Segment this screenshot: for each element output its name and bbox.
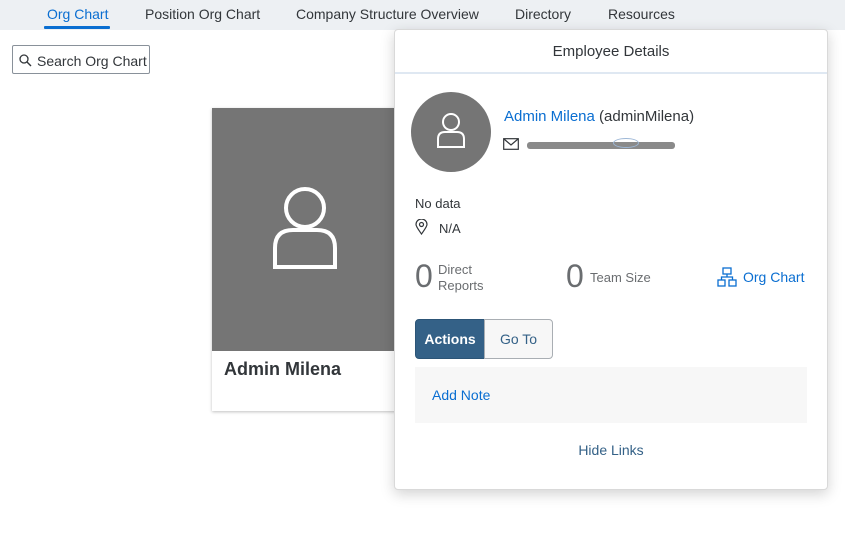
avatar bbox=[411, 92, 491, 172]
go-to-button[interactable]: Go To bbox=[484, 319, 553, 359]
employee-details-popover: Employee Details Admin Milena (adminMile… bbox=[394, 29, 828, 490]
tab-directory[interactable]: Directory bbox=[515, 6, 571, 22]
popover-title: Employee Details bbox=[552, 43, 670, 60]
direct-reports-count: 0 bbox=[415, 258, 433, 294]
tab-resources[interactable]: Resources bbox=[608, 6, 675, 22]
person-icon bbox=[437, 113, 465, 148]
popover-header: Employee Details bbox=[395, 30, 827, 74]
direct-reports-label: Direct Reports bbox=[438, 262, 484, 293]
location-icon bbox=[415, 219, 428, 235]
card-photo bbox=[212, 108, 398, 351]
team-size-label: Team Size bbox=[590, 270, 651, 285]
top-navigation: Org Chart Position Org Chart Company Str… bbox=[0, 0, 845, 30]
redacted-email-mark bbox=[613, 138, 639, 148]
org-chart-link-label: Org Chart bbox=[743, 269, 805, 285]
actions-button[interactable]: Actions bbox=[415, 319, 485, 359]
search-input[interactable]: Search Org Chart bbox=[12, 45, 150, 74]
tab-company-structure-overview[interactable]: Company Structure Overview bbox=[296, 6, 479, 22]
employee-name-link[interactable]: Admin Milena bbox=[504, 108, 595, 125]
search-icon bbox=[19, 54, 32, 67]
add-note-link[interactable]: Add Note bbox=[432, 387, 490, 403]
tab-position-org-chart[interactable]: Position Org Chart bbox=[145, 6, 260, 22]
active-tab-indicator bbox=[44, 26, 110, 29]
org-chart-link[interactable]: Org Chart bbox=[717, 267, 804, 287]
redacted-email bbox=[527, 142, 675, 149]
card-employee-name: Admin Milena bbox=[224, 359, 342, 379]
search-placeholder: Search Org Chart bbox=[37, 53, 147, 69]
person-icon bbox=[273, 187, 337, 269]
team-size-count: 0 bbox=[566, 258, 584, 294]
job-info: No data bbox=[415, 196, 461, 211]
employee-user-id: (adminMilena) bbox=[599, 108, 695, 125]
location-text: N/A bbox=[439, 221, 461, 236]
mail-icon bbox=[503, 138, 519, 150]
employee-card[interactable]: Admin Milena bbox=[212, 108, 398, 411]
org-chart-icon bbox=[717, 267, 737, 287]
hide-links-button[interactable]: Hide Links bbox=[395, 442, 827, 458]
actions-panel: Add Note bbox=[415, 367, 807, 423]
employee-name-line: Admin Milena (adminMilena) bbox=[504, 108, 694, 125]
tab-org-chart[interactable]: Org Chart bbox=[47, 6, 108, 22]
